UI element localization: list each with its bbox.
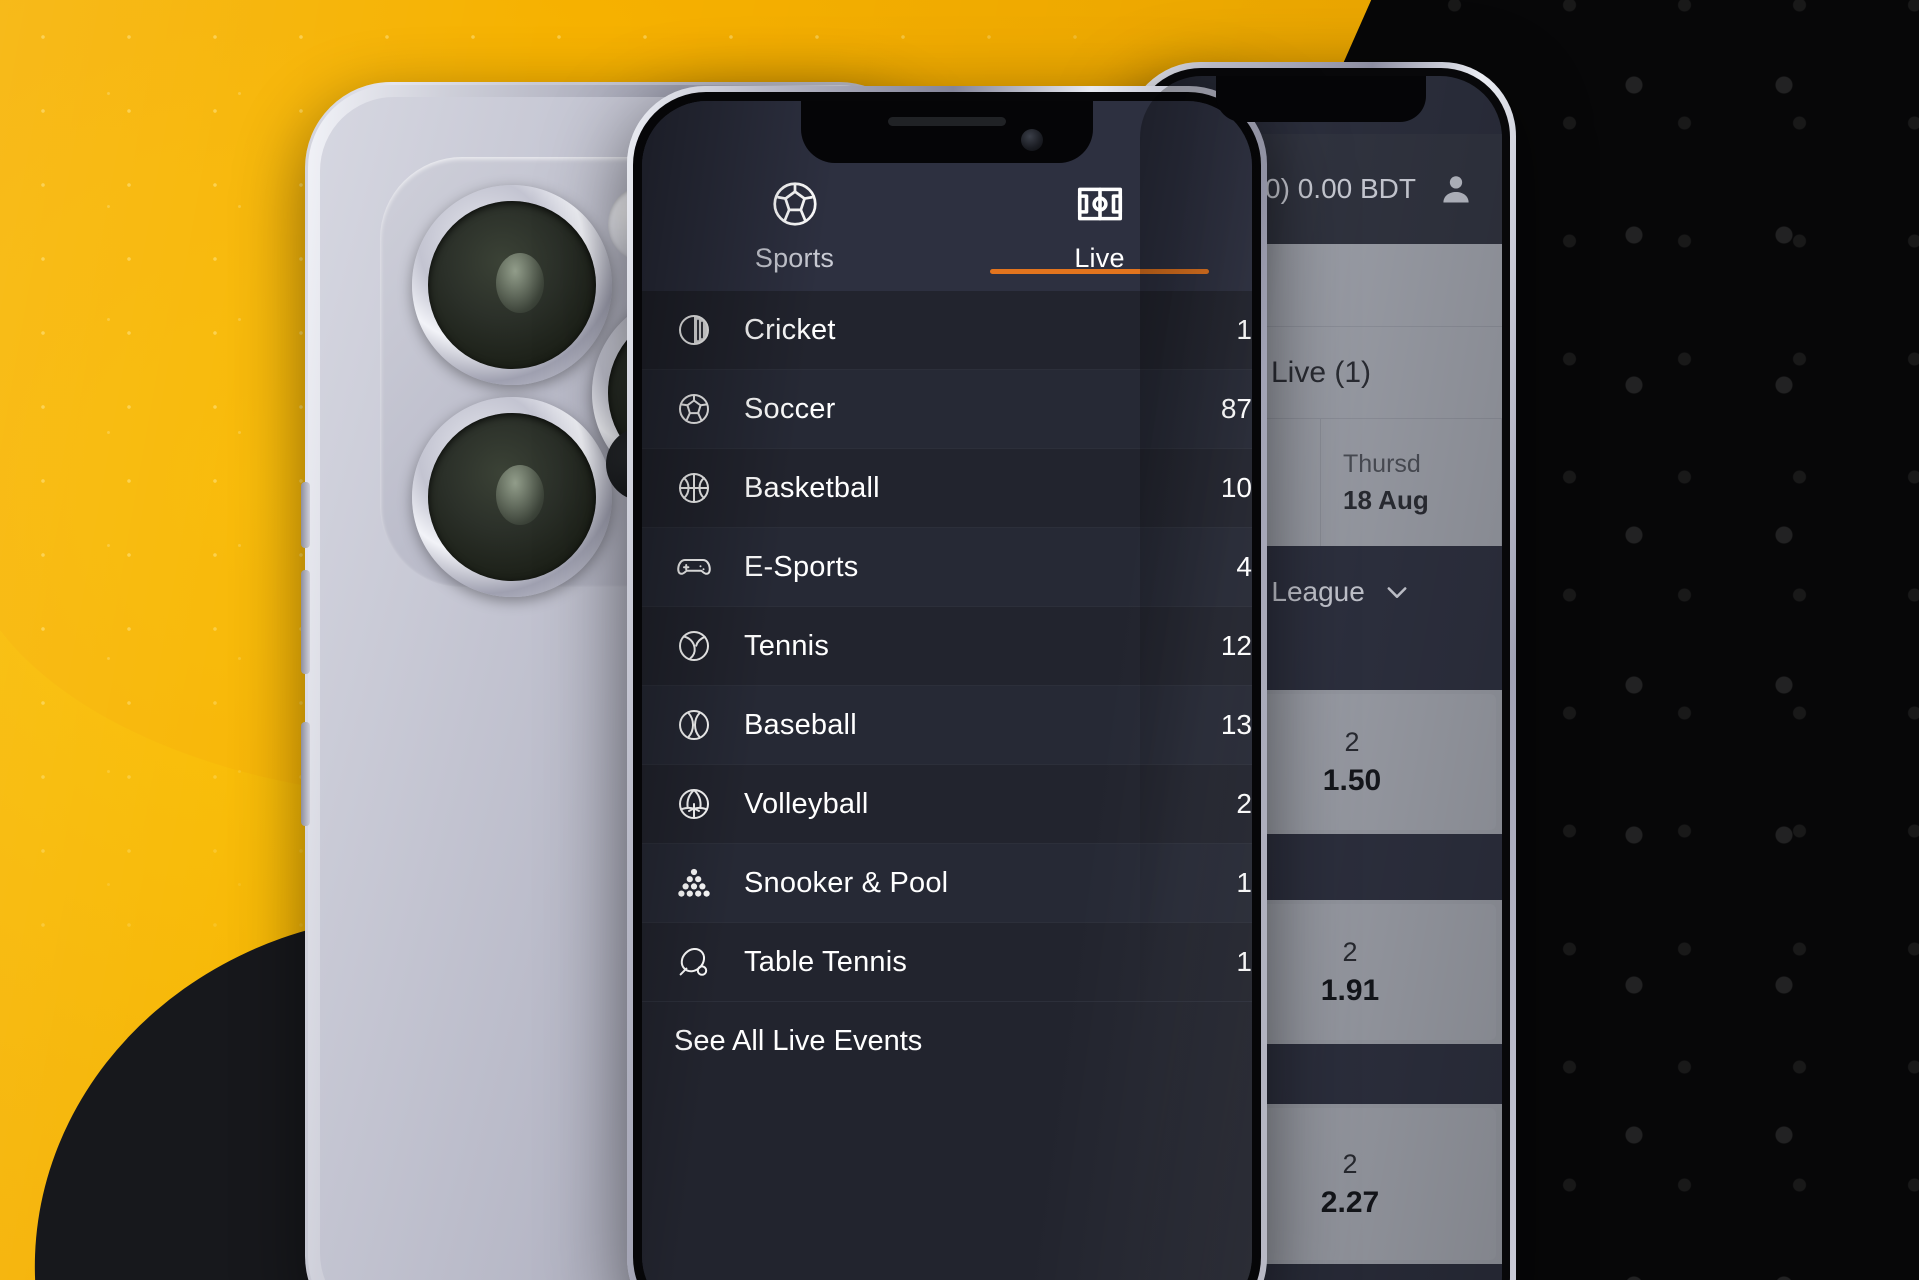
volume-down-button[interactable] xyxy=(301,570,310,674)
tab-sports[interactable]: Sports xyxy=(642,163,947,274)
primary-phone-bezel: Sports Live Cricket 1 Soccer 87 Basketba… xyxy=(633,92,1261,1280)
volume-up-button[interactable] xyxy=(301,482,310,548)
list-item-count: 1 xyxy=(1236,867,1252,898)
list-item-count: 12 xyxy=(1220,630,1252,661)
list-item-cricket[interactable]: Cricket 1 xyxy=(642,291,1252,370)
list-item-label: Soccer xyxy=(744,392,836,425)
list-item-label: Tennis xyxy=(744,629,830,662)
earpiece-speaker xyxy=(888,117,1006,126)
tab-label: Live xyxy=(1074,243,1125,273)
list-item-label: Baseball xyxy=(744,708,857,741)
date-dayofweek: Thursd xyxy=(1343,449,1421,478)
front-camera-icon xyxy=(1021,129,1043,151)
list-item-label: Table Tennis xyxy=(744,945,908,978)
screenshot-stage: s (0) 0.00 BDT Live (1) esday ugust xyxy=(0,0,1919,1280)
primary-phone: Sports Live Cricket 1 Soccer 87 Basketba… xyxy=(627,86,1267,1280)
live-sports-list[interactable]: Cricket 1 Soccer 87 Basketball 10 E-Spor… xyxy=(642,291,1252,1280)
odds-header: 2 xyxy=(1344,726,1360,757)
primary-phone-notch xyxy=(801,101,1093,163)
baseball-icon xyxy=(674,705,714,745)
tennis-ball-icon xyxy=(674,626,714,666)
table-tennis-paddle-icon xyxy=(674,942,714,982)
soccer-ball-icon xyxy=(674,389,714,429)
gamepad-icon xyxy=(674,547,714,587)
tab-label: Sports xyxy=(754,243,835,273)
power-button[interactable] xyxy=(301,722,310,826)
soccer-field-icon xyxy=(1073,177,1127,231)
list-item-soccer[interactable]: Soccer 87 xyxy=(642,370,1252,449)
list-item-count: 4 xyxy=(1236,551,1252,582)
date-chip[interactable]: Thursd 18 Aug xyxy=(1321,419,1502,546)
camera-lens-wide xyxy=(412,185,612,385)
chevron-down-icon xyxy=(1383,578,1411,606)
list-item-count: 87 xyxy=(1220,393,1252,424)
list-item-label: Snooker & Pool xyxy=(744,866,949,899)
basketball-icon xyxy=(674,468,714,508)
odds-value: 1.50 xyxy=(1322,763,1382,797)
date-daynumber: 18 Aug xyxy=(1343,484,1429,515)
list-item-label: Basketball xyxy=(744,471,880,504)
odds-header: 2 xyxy=(1342,936,1358,967)
volleyball-icon xyxy=(674,784,714,824)
secondary-phone-notch xyxy=(1216,76,1426,122)
main-tabbar: Sports Live xyxy=(642,163,1252,291)
list-item-count: 10 xyxy=(1220,472,1252,503)
list-item-label: Volleyball xyxy=(744,787,869,820)
list-item-label: E-Sports xyxy=(744,550,859,583)
list-item-tennis[interactable]: Tennis 12 xyxy=(642,607,1252,686)
snooker-rack-icon xyxy=(674,863,714,903)
list-item-baseball[interactable]: Baseball 13 xyxy=(642,686,1252,765)
list-item-basketball[interactable]: Basketball 10 xyxy=(642,449,1252,528)
list-item-count: 13 xyxy=(1220,709,1252,740)
list-item-table-tennis[interactable]: Table Tennis 1 xyxy=(642,923,1252,1002)
list-item-label: Cricket xyxy=(744,313,836,346)
odds-value: 2.27 xyxy=(1320,1185,1380,1219)
camera-lens-ultrawide xyxy=(412,397,612,597)
list-item-count: 2 xyxy=(1236,788,1252,819)
tab-live[interactable]: Live xyxy=(947,163,1252,274)
primary-phone-screen: Sports Live Cricket 1 Soccer 87 Basketba… xyxy=(642,101,1252,1280)
list-item-volleyball[interactable]: Volleyball 2 xyxy=(642,765,1252,844)
list-item-count: 1 xyxy=(1236,946,1252,977)
list-item-count: 1 xyxy=(1236,314,1252,345)
list-item-snooker-pool[interactable]: Snooker & Pool 1 xyxy=(642,844,1252,923)
list-item-esports[interactable]: E-Sports 4 xyxy=(642,528,1252,607)
odds-value: 1.91 xyxy=(1320,973,1380,1007)
see-all-live-events-link[interactable]: See All Live Events xyxy=(642,1002,1252,1081)
person-icon[interactable] xyxy=(1438,171,1474,207)
cricket-ball-icon xyxy=(674,310,714,350)
odds-header: 2 xyxy=(1342,1148,1358,1179)
soccer-ball-icon xyxy=(768,177,822,231)
